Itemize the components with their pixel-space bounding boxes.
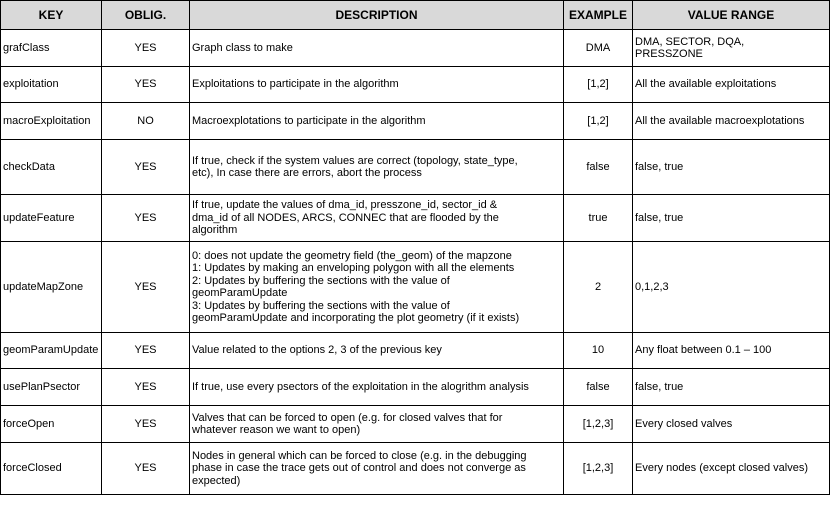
example-cell: false	[563, 368, 633, 406]
value-range-cell: Every nodes (except closed valves)	[632, 442, 830, 495]
key-cell: checkData	[0, 139, 102, 195]
oblig-cell: NO	[101, 102, 190, 140]
oblig-cell: YES	[101, 29, 190, 67]
table-row: forceOpen YES Valves that can be forced …	[0, 405, 830, 443]
value-range-cell: false, true	[632, 139, 830, 195]
value-range-cell: false, true	[632, 368, 830, 406]
parameters-table: KEY OBLIG. DESCRIPTION EXAMPLE VALUE RAN…	[0, 0, 830, 495]
description-cell: Exploitations to participate in the algo…	[189, 66, 564, 103]
description-cell: Nodes in general which can be forced to …	[189, 442, 564, 495]
description-cell: Valves that can be forced to open (e.g. …	[189, 405, 564, 443]
table-row: checkData YES If true, check if the syst…	[0, 139, 830, 195]
value-range-cell: All the available macroexplotations	[632, 102, 830, 140]
header-description: DESCRIPTION	[189, 0, 564, 30]
key-cell: updateFeature	[0, 194, 102, 242]
value-range-cell: false, true	[632, 194, 830, 242]
header-example: EXAMPLE	[563, 0, 633, 30]
oblig-cell: YES	[101, 194, 190, 242]
oblig-cell: YES	[101, 442, 190, 495]
description-cell: 0: does not update the geometry field (t…	[189, 241, 564, 333]
oblig-cell: YES	[101, 139, 190, 195]
description-cell: Value related to the options 2, 3 of the…	[189, 332, 564, 369]
table-row: updateMapZone YES 0: does not update the…	[0, 241, 830, 333]
key-cell: exploitation	[0, 66, 102, 103]
description-cell: Macroexplotations to participate in the …	[189, 102, 564, 140]
table-row: geomParamUpdate YES Value related to the…	[0, 332, 830, 369]
oblig-cell: YES	[101, 405, 190, 443]
key-cell: grafClass	[0, 29, 102, 67]
header-oblig: OBLIG.	[101, 0, 190, 30]
table-row: updateFeature YES If true, update the va…	[0, 194, 830, 242]
oblig-cell: YES	[101, 241, 190, 333]
example-cell: DMA	[563, 29, 633, 67]
value-range-cell: All the available exploitations	[632, 66, 830, 103]
key-cell: updateMapZone	[0, 241, 102, 333]
key-cell: forceOpen	[0, 405, 102, 443]
example-cell: [1,2]	[563, 102, 633, 140]
oblig-cell: YES	[101, 368, 190, 406]
value-range-cell: Every closed valves	[632, 405, 830, 443]
table-row: grafClass YES Graph class to make DMA DM…	[0, 29, 830, 67]
description-cell: If true, update the values of dma_id, pr…	[189, 194, 564, 242]
oblig-cell: YES	[101, 66, 190, 103]
header-key: KEY	[0, 0, 102, 30]
header-value-range: VALUE RANGE	[632, 0, 830, 30]
table-row: macroExploitation NO Macroexplotations t…	[0, 102, 830, 140]
oblig-cell: YES	[101, 332, 190, 369]
table-row: usePlanPsector YES If true, use every ps…	[0, 368, 830, 406]
example-cell: 10	[563, 332, 633, 369]
description-cell: If true, check if the system values are …	[189, 139, 564, 195]
key-cell: geomParamUpdate	[0, 332, 102, 369]
example-cell: true	[563, 194, 633, 242]
key-cell: usePlanPsector	[0, 368, 102, 406]
description-cell: If true, use every psectors of the explo…	[189, 368, 564, 406]
header-row: KEY OBLIG. DESCRIPTION EXAMPLE VALUE RAN…	[0, 0, 830, 30]
value-range-cell: 0,1,2,3	[632, 241, 830, 333]
example-cell: [1,2]	[563, 66, 633, 103]
example-cell: [1,2,3]	[563, 442, 633, 495]
example-cell: [1,2,3]	[563, 405, 633, 443]
example-cell: 2	[563, 241, 633, 333]
value-range-cell: Any float between 0.1 – 100	[632, 332, 830, 369]
key-cell: forceClosed	[0, 442, 102, 495]
description-cell: Graph class to make	[189, 29, 564, 67]
table-row: exploitation YES Exploitations to partic…	[0, 66, 830, 103]
value-range-cell: DMA, SECTOR, DQA, PRESSZONE	[632, 29, 830, 67]
example-cell: false	[563, 139, 633, 195]
table-row: forceClosed YES Nodes in general which c…	[0, 442, 830, 495]
key-cell: macroExploitation	[0, 102, 102, 140]
